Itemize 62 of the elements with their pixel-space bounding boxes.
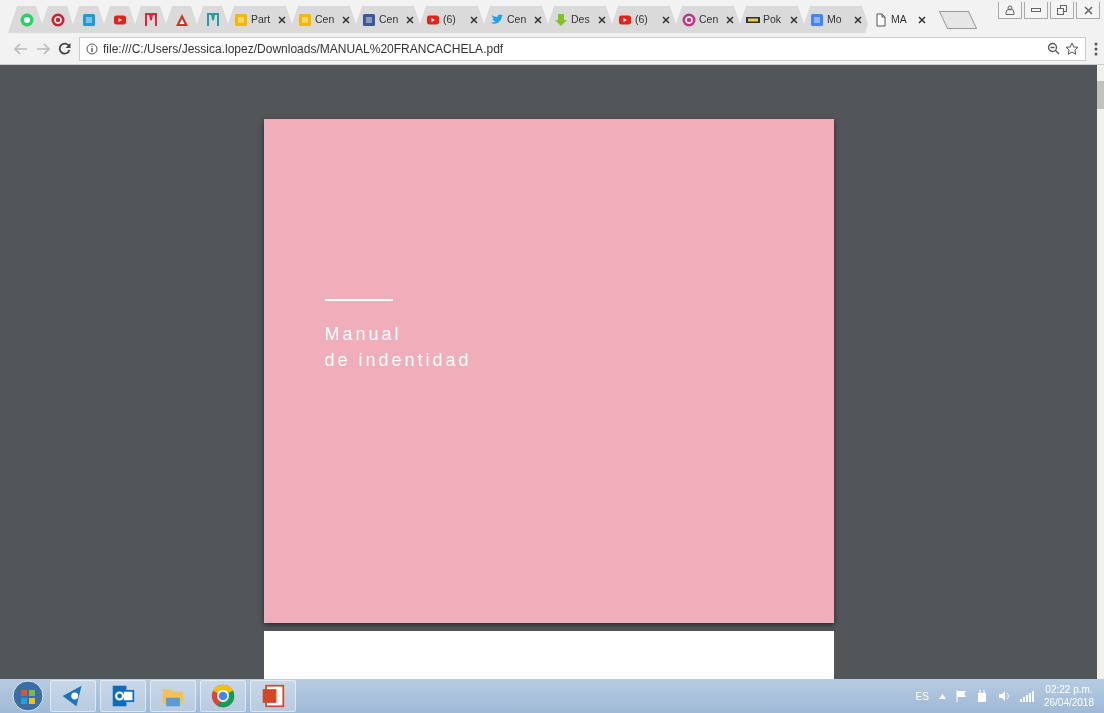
close-icon[interactable] [598,15,606,24]
bird-icon [490,12,504,27]
star-icon[interactable] [1065,41,1079,56]
reload-icon[interactable] [58,42,71,55]
close-icon[interactable] [918,15,926,24]
minimize-icon [1031,7,1041,13]
person-icon [1005,5,1015,15]
close-icon[interactable] [726,15,734,24]
tab-title: Cen [699,11,719,27]
restore-icon [1057,5,1067,15]
document-icon [874,12,888,27]
circle-icon [50,12,65,27]
square-icon [362,12,376,27]
tab-title: (6) [635,11,648,27]
page-title-line: Manual [324,323,403,346]
logo-icon [205,12,220,27]
taskbar-app-button[interactable] [200,680,246,712]
wheel-icon [211,684,235,708]
tab-title: Part [251,11,271,27]
scrollbar[interactable] [1097,65,1104,679]
url-text: file:///C:/Users/Jessica.lopez/Downloads/MANUAL%20FRANCACHELA.pdf [103,40,504,58]
close-icon[interactable] [470,15,478,24]
address-bar[interactable]: file:///C:/Users/Jessica.lopez/Downloads/MANUAL%20FRANCACHELA.pdf [79,36,1086,61]
close-icon[interactable] [534,15,542,24]
start-button[interactable] [10,680,46,712]
close-icon[interactable] [790,15,798,24]
zoom-icon[interactable] [1047,42,1060,55]
close-icon[interactable] [854,15,862,24]
tab-title: (6) [443,11,456,27]
slides-icon [261,684,285,708]
menu-icon[interactable] [1094,41,1098,56]
chat-bubble-icon [19,12,34,27]
triangle-icon [174,12,189,27]
square-icon [810,12,824,27]
tab-title: Cen [507,11,527,27]
tab-title: Des [571,11,590,27]
close-icon [1083,5,1093,15]
close-icon[interactable] [662,15,670,24]
taskbar-app-button[interactable] [100,680,146,712]
square-icon [298,12,312,27]
close-icon[interactable] [406,15,414,24]
circle-icon [682,12,696,27]
restore-button[interactable] [1050,2,1074,19]
taskbar-app-button[interactable] [250,680,296,712]
tab-title: Pok [763,11,782,27]
close-icon[interactable] [278,15,286,24]
mail-icon [111,684,135,708]
download-arrow-icon [554,12,568,27]
tab-title: Mo [827,11,842,27]
minimize-button[interactable] [1024,2,1048,19]
square-icon [234,12,248,27]
profile-button[interactable] [998,2,1022,19]
page-title-line: de indentidad [324,349,473,372]
info-icon[interactable] [86,42,98,55]
taskbar-app-button[interactable] [50,680,96,712]
logo-icon [143,12,158,27]
tab-title: MA [891,11,907,27]
tab-title: Cen [315,11,335,27]
close-icon[interactable] [342,15,350,24]
close-button[interactable] [1076,2,1100,19]
square-icon [81,12,96,27]
tab-title: Cen [379,11,399,27]
